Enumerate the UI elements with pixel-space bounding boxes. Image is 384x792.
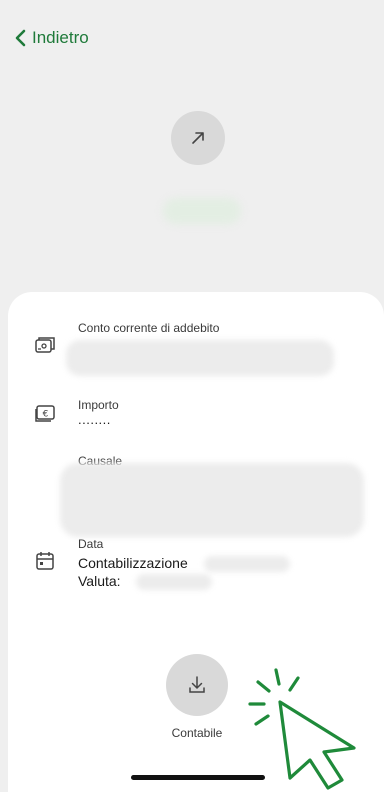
download-icon [189, 676, 205, 693]
back-label: Indietro [32, 28, 89, 47]
transaction-type-badge [171, 111, 225, 165]
download-receipt-label: Contabile [171, 726, 223, 740]
euro-bill-icon: € [35, 405, 55, 422]
cursor-click-icon [248, 668, 356, 790]
redacted-amount [163, 198, 241, 224]
back-button[interactable]: Indietro [14, 28, 89, 48]
date-label: Data [78, 537, 104, 551]
amount-label: Importo [78, 398, 119, 412]
arrow-up-right-icon [192, 132, 204, 144]
home-indicator [131, 775, 265, 780]
redacted-value-date [136, 574, 212, 590]
value-date-label: Valuta: [78, 573, 121, 589]
chevron-left-icon [15, 29, 26, 47]
svg-text:€: € [43, 410, 49, 420]
amount-value: ........ [78, 412, 111, 427]
redacted-account [66, 340, 334, 376]
account-label: Conto corrente di addebito [78, 321, 220, 335]
booking-date-label: Contabilizzazione [78, 555, 188, 571]
redacted-booking-date [204, 556, 290, 572]
calendar-icon [36, 552, 54, 570]
bank-card-icon [35, 337, 55, 353]
redacted-reason [60, 463, 364, 537]
transaction-header: Indietro [0, 0, 384, 320]
download-receipt-button[interactable] [166, 654, 228, 716]
